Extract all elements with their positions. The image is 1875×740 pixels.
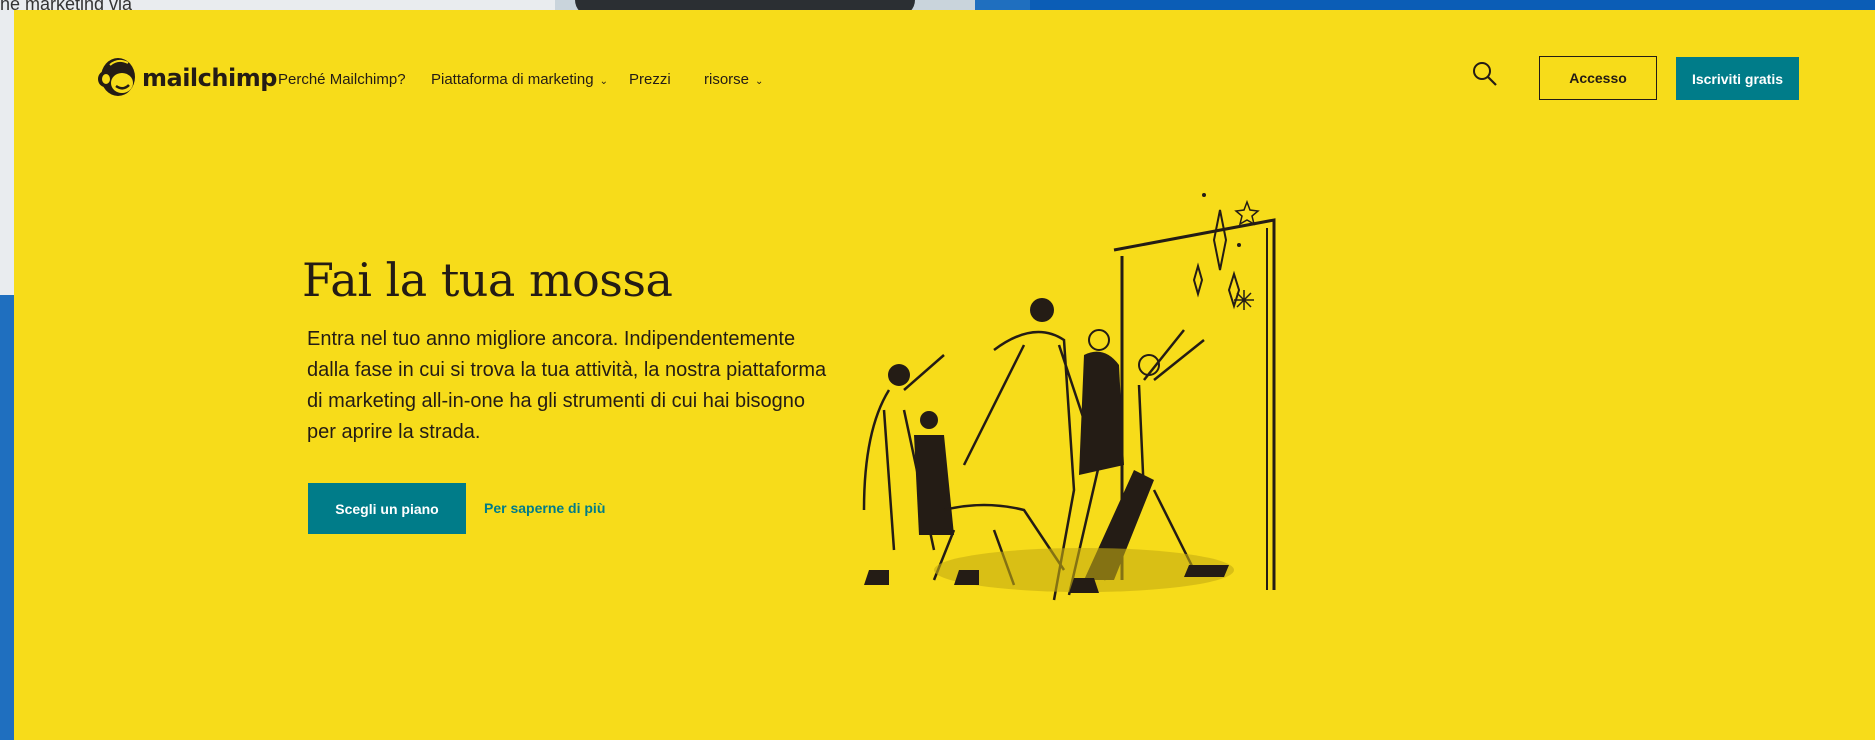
nav-item-pricing[interactable]: Prezzi <box>629 71 671 88</box>
learn-more-link[interactable]: Per saperne di più <box>484 500 605 516</box>
top-navigation: mailchimp Perché Mailchimp? Piattaforma … <box>14 10 1875 160</box>
choose-plan-button[interactable]: Scegli un piano <box>308 483 466 534</box>
hero-description: Entra nel tuo anno migliore ancora. Indi… <box>307 328 827 443</box>
nav-item-label: Prezzi <box>629 71 671 88</box>
signup-button[interactable]: Iscriviti gratis <box>1676 57 1799 100</box>
search-icon <box>1473 62 1497 86</box>
nav-item-label: risorse <box>704 71 750 88</box>
nav-item-why-mailchimp[interactable]: Perché Mailchimp? <box>278 71 406 88</box>
nav-item-resources[interactable]: risorse ⌄ <box>704 71 763 88</box>
freddie-monkey-icon <box>98 58 135 96</box>
search-button[interactable] <box>1471 60 1499 88</box>
nav-item-marketing-platform[interactable]: Piattaforma di marketing ⌄ <box>431 71 608 88</box>
chevron-down-icon: ⌄ <box>755 76 764 87</box>
hero-title: Fai la tua mossa <box>302 253 673 307</box>
mailchimp-page: mailchimp Perché Mailchimp? Piattaforma … <box>14 10 1875 740</box>
nav-item-label: Piattaforma di marketing <box>431 71 594 88</box>
nav-item-label: Perché Mailchimp? <box>278 71 406 88</box>
brand-logo[interactable]: mailchimp <box>96 55 277 101</box>
people-through-doorway-illustration <box>862 193 1276 601</box>
chevron-down-icon: ⌄ <box>599 76 608 87</box>
brand-wordmark: mailchimp <box>142 64 277 92</box>
background-right-panel <box>1030 0 1875 10</box>
login-button[interactable]: Accesso <box>1539 56 1657 100</box>
